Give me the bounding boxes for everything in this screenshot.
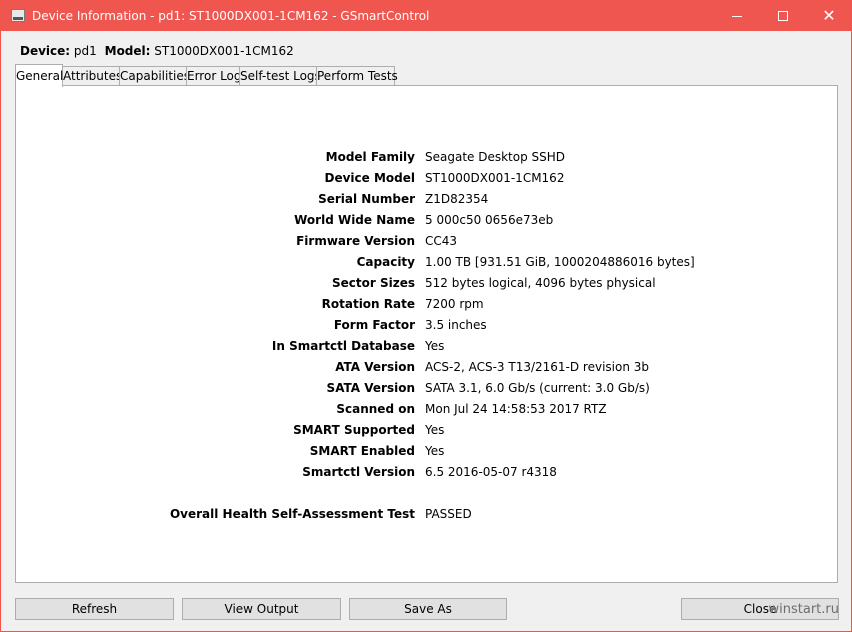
info-key: SATA Version	[326, 381, 415, 395]
maximize-button[interactable]	[760, 1, 806, 31]
info-key: Model Family	[325, 150, 415, 164]
model-value: ST1000DX001-1CM162	[154, 44, 294, 58]
info-key: SMART Supported	[293, 423, 415, 437]
info-row: Device Model ST1000DX001-1CM162	[16, 171, 839, 191]
drive-icon	[11, 9, 25, 22]
info-value: SATA 3.1, 6.0 Gb/s (current: 3.0 Gb/s)	[425, 381, 650, 395]
info-row: Serial Number Z1D82354	[16, 192, 839, 212]
device-summary: Device: pd1 Model: ST1000DX001-1CM162	[20, 44, 294, 58]
info-value: Mon Jul 24 14:58:53 2017 RTZ	[425, 402, 607, 416]
tab-general[interactable]: General	[15, 64, 63, 87]
info-key: Sector Sizes	[332, 276, 415, 290]
info-key: Firmware Version	[296, 234, 415, 248]
info-value: Z1D82354	[425, 192, 489, 206]
info-value: CC43	[425, 234, 458, 248]
save-as-button[interactable]: Save As	[349, 598, 507, 620]
info-key: Rotation Rate	[321, 297, 415, 311]
refresh-button[interactable]: Refresh	[15, 598, 174, 620]
info-row: SATA Version SATA 3.1, 6.0 Gb/s (current…	[16, 381, 839, 401]
maximize-icon	[778, 11, 788, 21]
info-value: Seagate Desktop SSHD	[425, 150, 566, 164]
info-key: Device Model	[324, 171, 416, 185]
info-row: ATA Version ACS-2, ACS-3 T13/2161-D revi…	[16, 360, 839, 380]
device-label: Device:	[20, 44, 71, 58]
title-bar[interactable]: Device Information - pd1: ST1000DX001-1C…	[1, 1, 851, 31]
info-value: 3.5 inches	[425, 318, 487, 332]
info-key: SMART Enabled	[309, 444, 415, 458]
info-value: 6.5 2016-05-07 r4318	[425, 465, 557, 479]
device-info-window: Device Information - pd1: ST1000DX001-1C…	[0, 0, 852, 632]
general-panel: Model Family Seagate Desktop SSHD Device…	[15, 85, 838, 583]
health-value: PASSED	[425, 507, 472, 521]
tab-error-log[interactable]: Error Log	[186, 66, 242, 86]
info-key: In Smartctl Database	[271, 339, 415, 353]
tab-self-test-logs[interactable]: Self-test Logs	[239, 66, 321, 86]
info-row: Model Family Seagate Desktop SSHD	[16, 150, 839, 170]
info-key: Serial Number	[318, 192, 415, 206]
close-window-button[interactable]: ✕	[806, 1, 852, 31]
tab-capabilities[interactable]: Capabilities	[119, 66, 190, 86]
info-key: Form Factor	[333, 318, 415, 332]
info-value: 1.00 TB [931.51 GiB, 1000204886016 bytes…	[425, 255, 695, 269]
info-key: World Wide Name	[294, 213, 415, 227]
view-output-button[interactable]: View Output	[182, 598, 341, 620]
health-key: Overall Health Self-Assessment Test	[169, 507, 415, 521]
info-value: 7200 rpm	[425, 297, 484, 311]
info-key: ATA Version	[335, 360, 415, 374]
info-row: Firmware Version CC43	[16, 234, 839, 254]
info-row: World Wide Name 5 000c50 0656e73eb	[16, 213, 839, 233]
model-label: Model:	[104, 44, 151, 58]
info-row: Rotation Rate 7200 rpm	[16, 297, 839, 317]
info-value: ST1000DX001-1CM162	[425, 171, 565, 185]
info-row: Capacity 1.00 TB [931.51 GiB, 1000204886…	[16, 255, 839, 275]
info-row: Smartctl Version 6.5 2016-05-07 r4318	[16, 465, 839, 485]
info-value: 512 bytes logical, 4096 bytes physical	[425, 276, 656, 290]
tab-perform-tests[interactable]: Perform Tests	[316, 66, 398, 86]
info-row: Sector Sizes 512 bytes logical, 4096 byt…	[16, 276, 839, 296]
info-row: Scanned on Mon Jul 24 14:58:53 2017 RTZ	[16, 402, 839, 422]
info-row: Form Factor 3.5 inches	[16, 318, 839, 338]
window-title: Device Information - pd1: ST1000DX001-1C…	[32, 9, 430, 23]
watermark: winstart.ru	[768, 602, 839, 617]
info-row: In Smartctl Database Yes	[16, 339, 839, 359]
device-value: pd1	[73, 44, 97, 58]
info-value: Yes	[425, 444, 445, 458]
info-value: ACS-2, ACS-3 T13/2161-D revision 3b	[425, 360, 650, 374]
minimize-icon	[732, 15, 742, 17]
close-icon: ✕	[822, 6, 836, 25]
info-value: Yes	[425, 339, 445, 353]
info-key: Scanned on	[336, 402, 415, 416]
health-row: Overall Health Self-Assessment Test PASS…	[16, 507, 839, 527]
info-value: 5 000c50 0656e73eb	[425, 213, 554, 227]
tab-attributes[interactable]: Attributes	[62, 66, 122, 86]
info-key: Capacity	[356, 255, 415, 269]
info-row: SMART Supported Yes	[16, 423, 839, 443]
info-key: Smartctl Version	[302, 465, 415, 479]
info-row: SMART Enabled Yes	[16, 444, 839, 464]
minimize-button[interactable]	[714, 1, 760, 31]
info-value: Yes	[425, 423, 445, 437]
